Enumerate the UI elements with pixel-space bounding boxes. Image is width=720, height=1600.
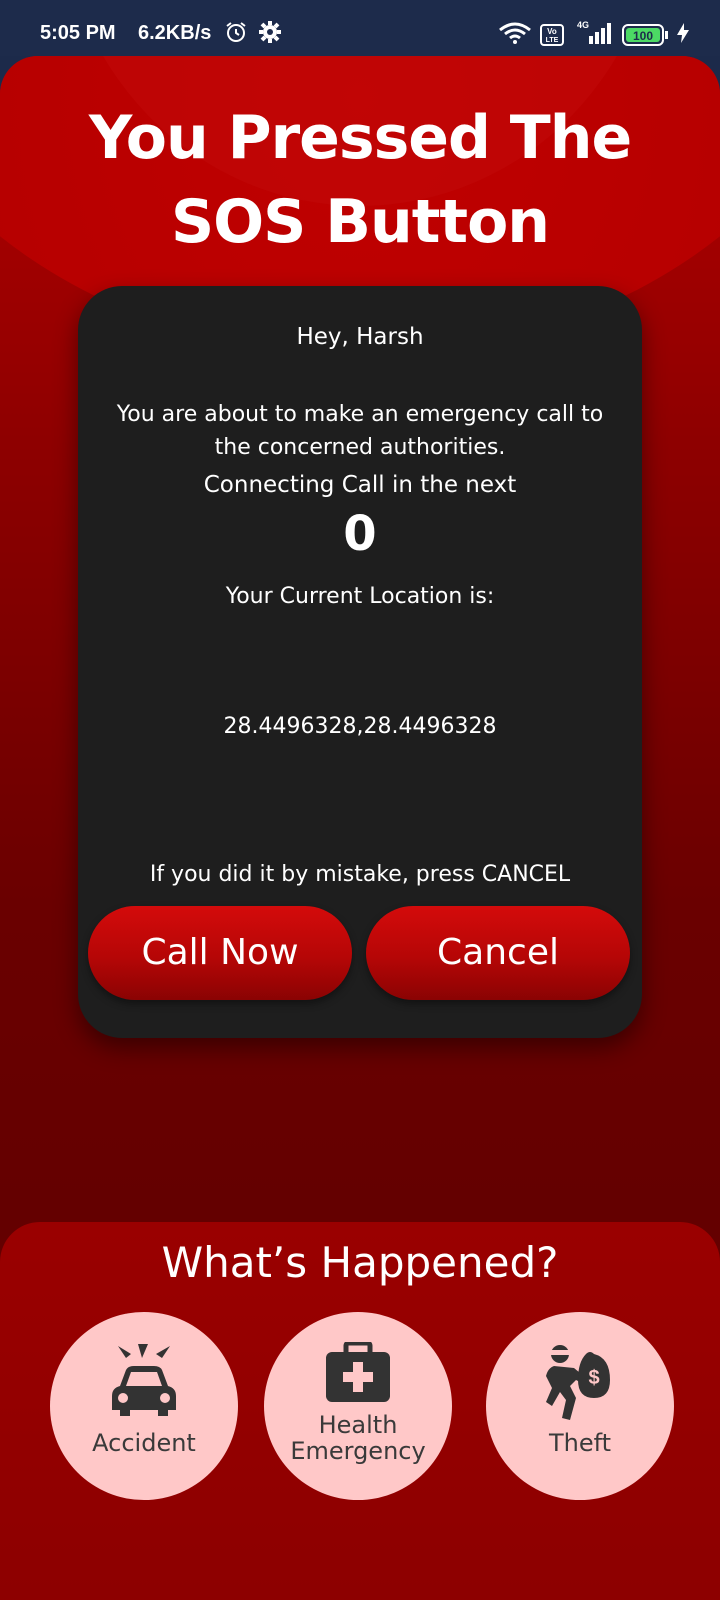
health-label-line2: Emergency bbox=[290, 1437, 426, 1465]
connecting-text: Connecting Call in the next bbox=[203, 472, 517, 498]
volte-icon: Vo LTE bbox=[540, 24, 564, 52]
gear-icon bbox=[258, 20, 282, 50]
sos-dialog-card: Hey, Harsh You are about to make an emer… bbox=[78, 286, 642, 1038]
svg-text:100: 100 bbox=[633, 29, 653, 43]
sos-screen: You Pressed The SOS Button Hey, Harsh Yo… bbox=[0, 56, 720, 1600]
greeting-text: Hey, Harsh bbox=[296, 324, 424, 350]
incident-title: What’s Happened? bbox=[161, 1238, 559, 1287]
svg-text:4G: 4G bbox=[577, 20, 589, 30]
cancel-hint-text: If you did it by mistake, press CANCEL bbox=[149, 862, 571, 887]
status-time: 5:05 PM bbox=[40, 22, 116, 44]
location-coordinates: 28.4496328,28.4496328 bbox=[223, 714, 497, 739]
theft-option[interactable]: $ Theft bbox=[486, 1312, 674, 1500]
accident-option[interactable]: Accident bbox=[50, 1312, 238, 1500]
location-label: Your Current Location is: bbox=[225, 584, 495, 609]
status-bar: 5:05 PM 6.2KB/s Vo LTE 4G 100 bbox=[0, 0, 720, 56]
wifi-icon bbox=[498, 22, 532, 50]
car-crash-icon bbox=[112, 1344, 176, 1416]
page-title: You Pressed The SOS Button bbox=[88, 103, 632, 257]
status-network-speed: 6.2KB/s bbox=[138, 22, 212, 44]
countdown-value: 0 bbox=[343, 506, 377, 562]
battery-icon: 100 bbox=[622, 24, 670, 52]
signal-strength-icon: 4G bbox=[575, 20, 613, 52]
health-emergency-option[interactable]: Health Emergency bbox=[264, 1312, 452, 1500]
thief-icon: $ bbox=[546, 1345, 610, 1420]
svg-text:Vo: Vo bbox=[547, 27, 557, 36]
svg-text:LTE: LTE bbox=[546, 37, 559, 44]
theft-label: Theft bbox=[548, 1429, 612, 1457]
charging-icon bbox=[676, 22, 690, 50]
health-label-line1: Health bbox=[318, 1411, 398, 1439]
cancel-button[interactable]: Cancel bbox=[366, 906, 630, 1000]
emergency-warning-text: You are about to make an emergency call … bbox=[116, 402, 604, 460]
call-now-button[interactable]: Call Now bbox=[88, 906, 352, 1000]
svg-text:$: $ bbox=[588, 1367, 599, 1389]
first-aid-kit-icon bbox=[326, 1342, 390, 1402]
accident-label: Accident bbox=[92, 1429, 196, 1457]
alarm-icon bbox=[224, 20, 248, 50]
incident-panel: What’s Happened? Accident Health Emergen… bbox=[0, 1222, 720, 1600]
